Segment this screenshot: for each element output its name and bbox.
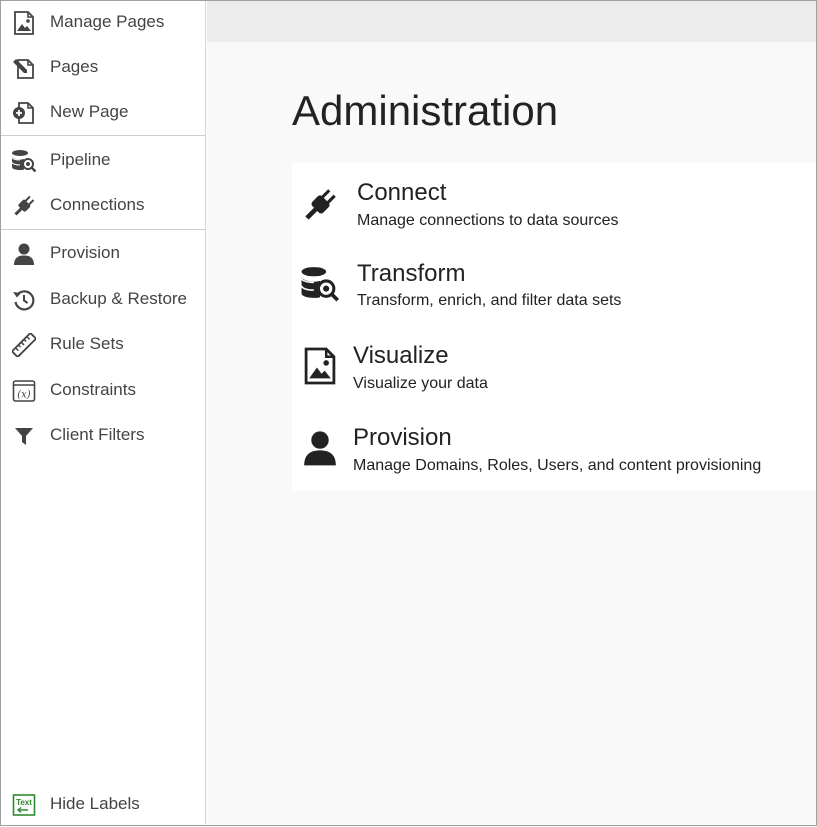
plug-icon <box>300 185 340 225</box>
card-transform[interactable]: Transform Transform, enrich, and filter … <box>292 254 816 330</box>
page-title: Administration <box>292 87 559 134</box>
main-content: Administration Connect Manage connection… <box>207 1 816 824</box>
card-visualize[interactable]: Visualize Visualize your data <box>292 336 816 412</box>
sidebar-item-label: Provision <box>50 243 120 262</box>
sidebar-item-backup-restore[interactable]: Backup & Restore <box>1 278 205 322</box>
sidebar-item-constraints[interactable]: (x) Constraints <box>1 369 205 413</box>
history-icon <box>11 288 37 312</box>
card-title: Provision <box>353 424 452 451</box>
ruler-icon <box>11 333 37 357</box>
sidebar-item-label: Rule Sets <box>50 334 124 353</box>
sidebar-item-label: Manage Pages <box>50 12 165 31</box>
edit-page-icon <box>11 56 37 80</box>
card-connect[interactable]: Connect Manage connections to data sourc… <box>292 173 816 249</box>
svg-text:Text: Text <box>16 798 32 807</box>
sidebar-divider <box>1 229 206 230</box>
sidebar-item-label: Pages <box>50 57 99 76</box>
new-page-icon <box>11 101 37 125</box>
sidebar-item-label: Connections <box>50 195 145 214</box>
plug-icon <box>11 194 37 218</box>
card-description: Visualize your data <box>353 375 488 392</box>
sidebar-item-manage-pages[interactable]: Manage Pages <box>1 1 205 45</box>
card-title: Visualize <box>353 342 449 369</box>
user-icon <box>11 242 37 266</box>
sidebar-item-label: Client Filters <box>50 425 145 444</box>
filter-icon <box>11 424 37 448</box>
card-title: Connect <box>357 179 447 206</box>
sidebar-item-rule-sets[interactable]: Rule Sets <box>1 323 205 367</box>
database-search-icon <box>11 149 37 173</box>
admin-card-panel: Connect Manage connections to data sourc… <box>292 163 816 490</box>
image-page-icon <box>11 11 37 35</box>
svg-text:(x): (x) <box>17 390 31 401</box>
user-icon <box>300 428 340 468</box>
image-page-icon <box>300 346 340 386</box>
card-description: Transform, enrich, and filter data sets <box>357 292 622 309</box>
sidebar-item-pipeline[interactable]: Pipeline <box>1 139 205 183</box>
top-bar <box>207 1 816 42</box>
sidebar-item-connections[interactable]: Connections <box>1 184 205 228</box>
hide-labels-label: Hide Labels <box>50 794 140 813</box>
sidebar-item-pages[interactable]: Pages <box>1 46 205 90</box>
card-description: Manage connections to data sources <box>357 212 619 229</box>
card-provision[interactable]: Provision Manage Domains, Roles, Users, … <box>292 418 816 494</box>
card-title: Transform <box>357 260 466 287</box>
sidebar-divider <box>1 135 206 136</box>
variable-icon: (x) <box>11 379 37 403</box>
text-toggle-icon: Text <box>11 793 37 817</box>
card-description: Manage Domains, Roles, Users, and conten… <box>353 457 762 474</box>
sidebar-item-label: Constraints <box>50 380 136 399</box>
sidebar-item-new-page[interactable]: New Page <box>1 91 205 135</box>
database-search-icon <box>300 264 340 304</box>
hide-labels-button[interactable]: Text Hide Labels <box>1 783 205 827</box>
sidebar-item-label: Backup & Restore <box>50 289 188 308</box>
sidebar-item-client-filters[interactable]: Client Filters <box>1 414 205 458</box>
sidebar-item-provision[interactable]: Provision <box>1 232 205 276</box>
sidebar-item-label: Pipeline <box>50 150 111 169</box>
sidebar-item-label: New Page <box>50 102 129 121</box>
sidebar: Manage Pages Pages New Page Pipeline Con… <box>1 1 206 824</box>
